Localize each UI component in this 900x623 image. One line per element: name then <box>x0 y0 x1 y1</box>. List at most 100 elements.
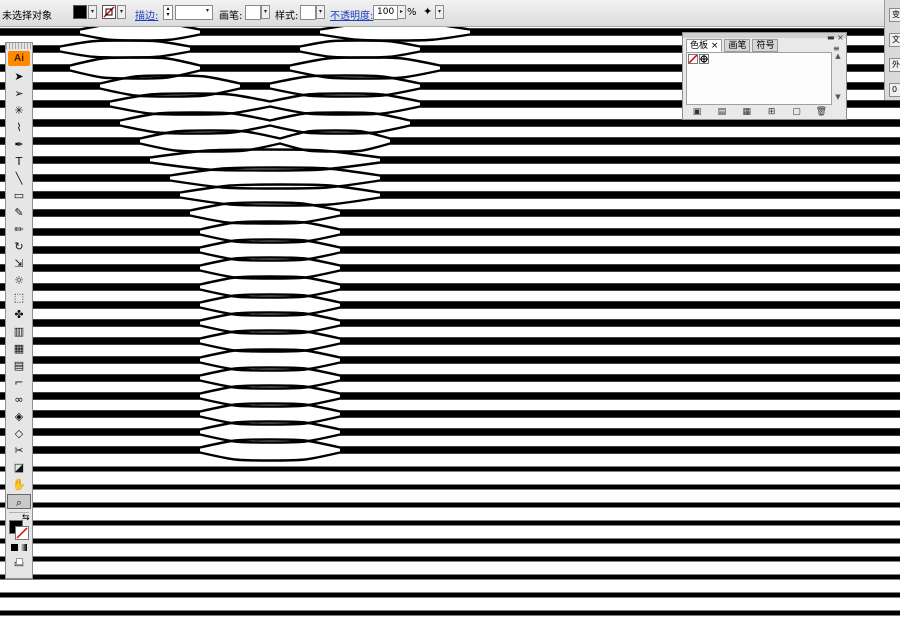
tab-symbols[interactable]: 符号 <box>752 39 779 52</box>
stripe-line <box>0 433 900 444</box>
illustrator-logo: Ai <box>8 51 30 66</box>
scale-tool-icon[interactable]: ⇲ <box>7 256 31 271</box>
free-transform-tool-icon[interactable]: ⬚ <box>7 290 31 305</box>
pencil-tool-icon[interactable]: ✏ <box>7 222 31 237</box>
panel-close-icon[interactable]: × <box>837 33 844 42</box>
blend-tool-icon[interactable]: ∞ <box>7 392 31 407</box>
lasso-tool-icon[interactable]: ⌇ <box>7 120 31 135</box>
stripe-segment <box>340 357 900 363</box>
stripe-line <box>0 148 900 159</box>
stripe-line <box>0 397 900 408</box>
panel-titlebar[interactable] <box>683 33 846 38</box>
scroll-down-icon[interactable]: ▼ <box>833 93 843 101</box>
tab-swatches[interactable]: 色板 × <box>686 39 723 52</box>
show-swatch-kinds-icon[interactable]: ▤ <box>711 106 733 118</box>
direct-selection-tool-icon[interactable]: ➢ <box>7 86 31 101</box>
color-mode-icon[interactable] <box>10 544 18 551</box>
stripe-segment <box>190 46 300 52</box>
registration-mark-icon <box>700 55 708 63</box>
stroke-weight-dropdown-arrow[interactable]: ▾ <box>203 5 212 19</box>
swatch-none[interactable] <box>688 54 698 64</box>
stripe-line <box>0 324 900 335</box>
brush-field[interactable] <box>245 5 261 20</box>
stripe-line <box>0 520 900 526</box>
stripe-segment <box>340 375 900 381</box>
scroll-up-icon[interactable]: ▲ <box>833 52 843 60</box>
stripe-segment <box>340 284 900 290</box>
stroke-color-swatch[interactable] <box>102 5 116 19</box>
swatch-registration[interactable] <box>699 54 709 64</box>
magic-wand-tool-icon[interactable]: ✳ <box>7 103 31 118</box>
stripe-segment <box>380 192 900 198</box>
stripe-segment <box>340 302 900 308</box>
swatch-options-icon[interactable]: ▦ <box>736 106 758 118</box>
stripe-line <box>0 311 900 322</box>
paintbrush-tool-icon[interactable]: ✎ <box>7 205 31 220</box>
stripe-segment <box>390 138 900 144</box>
stripe-segment <box>340 411 900 417</box>
swatch-libraries-icon[interactable]: ▣ <box>686 106 708 118</box>
zoom-tool-icon[interactable]: ⌕ <box>7 494 31 509</box>
column-graph-tool-icon[interactable]: ▥ <box>7 324 31 339</box>
none-mode-icon[interactable] <box>15 558 23 565</box>
line-tool-icon[interactable]: ╲ <box>7 171 31 186</box>
fill-dropdown-arrow[interactable]: ▾ <box>88 5 97 19</box>
dock-item-value[interactable]: 0 <box>889 83 900 97</box>
dock-item-transform[interactable]: 变 <box>889 8 900 22</box>
mesh-tool-icon[interactable]: ▦ <box>7 341 31 356</box>
fill-color-swatch[interactable] <box>73 5 87 19</box>
stroke-weight-spinner[interactable]: ▴ ▾ <box>163 5 173 20</box>
dock-item-appearance[interactable]: 外 <box>889 58 900 72</box>
stripe-segment <box>340 429 900 435</box>
eyedropper-tool-icon[interactable]: ⌐ <box>7 375 31 390</box>
stripe-segment <box>240 83 270 89</box>
gradient-mode-icon[interactable] <box>20 544 28 551</box>
graphic-style-field[interactable] <box>300 5 316 20</box>
stripe-line <box>0 402 900 413</box>
warp-tool-icon[interactable]: ☼ <box>7 273 31 288</box>
delete-swatch-icon[interactable]: 🗑 <box>810 106 832 118</box>
selection-tool-icon[interactable]: ➤ <box>7 69 31 84</box>
pen-tool-icon[interactable]: ✒ <box>7 137 31 152</box>
symbol-sprayer-tool-icon[interactable]: ✤ <box>7 307 31 322</box>
stroke-dropdown-arrow[interactable]: ▾ <box>117 5 126 19</box>
stripe-segment <box>380 157 900 163</box>
style-dropdown-arrow[interactable]: ▾ <box>316 5 325 19</box>
stroke-label-link[interactable]: 描边: <box>135 7 158 22</box>
stripe-line <box>0 420 900 431</box>
stripe-line <box>0 166 900 177</box>
stripe-segment <box>410 120 900 126</box>
panel-collapse-icon[interactable]: ▬ <box>827 33 835 42</box>
tools-panel-grip[interactable] <box>6 43 32 49</box>
new-swatch-icon[interactable]: ▢ <box>786 106 808 118</box>
live-paint-selection-tool-icon[interactable]: ◇ <box>7 426 31 441</box>
stripe-segment <box>340 229 900 235</box>
stroke-box[interactable] <box>15 526 29 540</box>
tab-brushes[interactable]: 画笔 <box>724 39 751 52</box>
opacity-slider-arrow[interactable]: ▸ <box>397 5 406 19</box>
live-paint-bucket-tool-icon[interactable]: ◈ <box>7 409 31 424</box>
stripe-line <box>0 142 900 153</box>
stripe-segment <box>340 447 900 453</box>
opacity-field[interactable]: 100 <box>373 5 398 20</box>
panel-scrollbar[interactable]: ▲ ▼ <box>833 52 843 105</box>
tab-close-icon[interactable]: × <box>711 41 719 51</box>
opacity-label-link[interactable]: 不透明度: <box>330 7 373 22</box>
type-tool-icon[interactable]: T <box>7 154 31 169</box>
eraser-tool-icon[interactable]: ◪ <box>7 460 31 475</box>
rectangle-tool-icon[interactable]: ▭ <box>7 188 31 203</box>
brush-dropdown-arrow[interactable]: ▾ <box>261 5 270 19</box>
stripe-line <box>0 574 900 580</box>
stripe-line <box>0 238 900 249</box>
hand-tool-icon[interactable]: ✋ <box>7 477 31 492</box>
gradient-tool-icon[interactable]: ▤ <box>7 358 31 373</box>
new-color-group-icon[interactable]: ⊞ <box>761 106 783 118</box>
swap-fill-stroke-icon[interactable]: ⇆ <box>22 513 30 523</box>
slice-tool-icon[interactable]: ✂ <box>7 443 31 458</box>
stripe-segment <box>340 393 900 399</box>
dock-item-type[interactable]: 文 <box>889 33 900 47</box>
rotate-tool-icon[interactable]: ↻ <box>7 239 31 254</box>
recolor-artwork-icon[interactable]: ✦ <box>423 5 435 19</box>
recolor-dropdown-arrow[interactable]: ▾ <box>435 5 444 19</box>
stripe-line <box>0 610 900 616</box>
